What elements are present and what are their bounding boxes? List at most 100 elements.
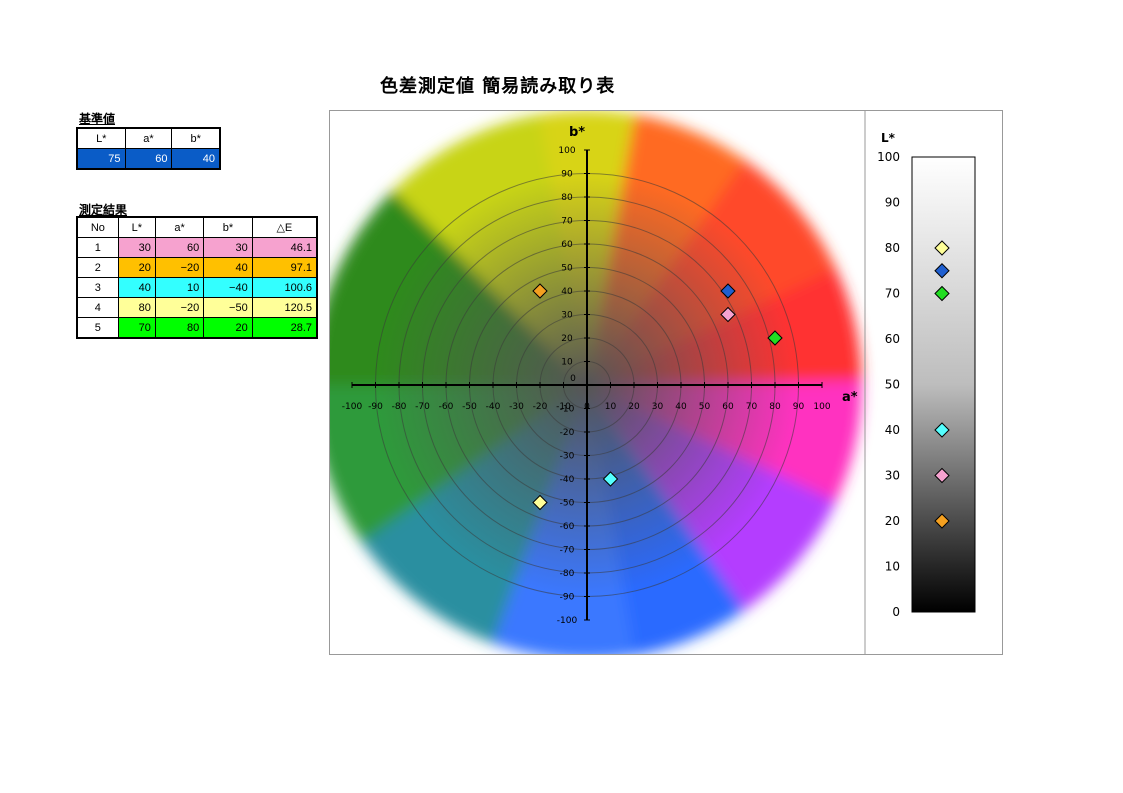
l-tick-label: 0 bbox=[892, 605, 900, 619]
res-header-de: △E bbox=[251, 216, 318, 238]
row-de: 28.7 bbox=[251, 317, 318, 339]
y-tick-label: -10 bbox=[560, 405, 575, 415]
row-de: 100.6 bbox=[251, 277, 318, 298]
l-tick-label: 10 bbox=[885, 560, 900, 574]
x-tick-label: -30 bbox=[509, 402, 524, 412]
reference-table: L* a* b* 75 60 40 bbox=[76, 127, 221, 170]
lightness-bar bbox=[911, 156, 976, 613]
row-no: 4 bbox=[76, 297, 119, 318]
row-l[interactable]: 70 bbox=[117, 317, 156, 339]
x-tick-label: 20 bbox=[628, 402, 640, 412]
ref-header-b: b* bbox=[171, 127, 221, 149]
x-tick-label: -50 bbox=[462, 402, 477, 412]
l-tick-label: 70 bbox=[885, 287, 900, 301]
y-tick-label: 50 bbox=[561, 264, 573, 274]
res-header-b: b* bbox=[203, 216, 253, 238]
l-tick-label: 60 bbox=[885, 332, 900, 346]
y-axis-label: b* bbox=[569, 125, 585, 140]
y-tick-label: -20 bbox=[560, 428, 575, 438]
x-tick-label: -80 bbox=[392, 402, 407, 412]
ref-value-a[interactable]: 60 bbox=[124, 148, 173, 170]
origin-label: 0 bbox=[570, 374, 576, 384]
table-row: 1 30 60 30 46.1 bbox=[76, 237, 318, 258]
x-tick-label: -60 bbox=[439, 402, 454, 412]
table-row: 3 40 10 −40 100.6 bbox=[76, 277, 318, 298]
y-tick-label: 60 bbox=[561, 240, 573, 250]
row-a[interactable]: 10 bbox=[154, 277, 205, 298]
reference-label: 基準値 bbox=[79, 112, 116, 126]
y-tick-label: -70 bbox=[560, 546, 575, 556]
x-tick-label: 30 bbox=[652, 402, 664, 412]
row-no: 1 bbox=[76, 237, 119, 258]
ref-value-b[interactable]: 40 bbox=[171, 148, 221, 170]
x-tick-label: -70 bbox=[415, 402, 430, 412]
x-axis-label: a* bbox=[842, 390, 858, 405]
row-a[interactable]: −20 bbox=[154, 297, 205, 318]
x-tick-label: 60 bbox=[722, 402, 734, 412]
y-tick-label: 30 bbox=[561, 311, 573, 321]
l-tick-label: 90 bbox=[885, 196, 900, 210]
row-no: 5 bbox=[76, 317, 119, 339]
row-l[interactable]: 40 bbox=[117, 277, 156, 298]
row-l[interactable]: 20 bbox=[117, 257, 156, 278]
l-axis-label: L* bbox=[881, 131, 896, 145]
row-b[interactable]: 20 bbox=[203, 317, 253, 339]
ref-value-l[interactable]: 75 bbox=[76, 148, 126, 170]
l-tick-label: 80 bbox=[885, 241, 900, 255]
y-tick-label: -30 bbox=[560, 452, 575, 462]
res-header-a: a* bbox=[154, 216, 205, 238]
ref-header-a: a* bbox=[124, 127, 173, 149]
l-tick-label: 50 bbox=[885, 378, 900, 392]
x-tick-label: 90 bbox=[793, 402, 805, 412]
x-tick-label: 0 bbox=[584, 402, 590, 412]
table-row: 2 20 −20 40 97.1 bbox=[76, 257, 318, 278]
x-tick-label: 70 bbox=[746, 402, 758, 412]
y-tick-label: 100 bbox=[558, 146, 575, 156]
x-tick-label: 40 bbox=[675, 402, 687, 412]
ref-header-l: L* bbox=[76, 127, 126, 149]
res-header-no: No bbox=[76, 216, 119, 238]
y-tick-label: 20 bbox=[561, 334, 573, 344]
row-no: 3 bbox=[76, 277, 119, 298]
row-l[interactable]: 30 bbox=[117, 237, 156, 258]
row-de: 120.5 bbox=[251, 297, 318, 318]
row-a[interactable]: 80 bbox=[154, 317, 205, 339]
page-title: 色差測定値 簡易読み取り表 bbox=[380, 76, 616, 97]
row-b[interactable]: 30 bbox=[203, 237, 253, 258]
row-l[interactable]: 80 bbox=[117, 297, 156, 318]
row-b[interactable]: −40 bbox=[203, 277, 253, 298]
row-de: 46.1 bbox=[251, 237, 318, 258]
table-row: 4 80 −20 −50 120.5 bbox=[76, 297, 318, 318]
l-tick-label: 30 bbox=[885, 469, 900, 483]
x-tick-label: 50 bbox=[699, 402, 711, 412]
x-tick-label: 80 bbox=[769, 402, 781, 412]
y-tick-label: -60 bbox=[560, 522, 575, 532]
x-tick-label: -100 bbox=[342, 402, 363, 412]
color-chart: a*b* -100 -90 -80 -70 -60 -50 -40 -30 -20 -10 0 10 2… bbox=[330, 111, 976, 654]
y-tick-label: 70 bbox=[561, 217, 573, 227]
y-tick-label: -100 bbox=[557, 616, 578, 626]
x-tick-label: -40 bbox=[486, 402, 501, 412]
l-tick-label: 20 bbox=[885, 514, 900, 528]
row-no: 2 bbox=[76, 257, 119, 278]
y-tick-label: 80 bbox=[561, 193, 573, 203]
y-tick-label: -90 bbox=[560, 593, 575, 603]
l-tick-label: 100 bbox=[877, 150, 900, 164]
row-a[interactable]: −20 bbox=[154, 257, 205, 278]
x-tick-label: -20 bbox=[533, 402, 548, 412]
y-tick-label: -50 bbox=[560, 499, 575, 509]
row-b[interactable]: −50 bbox=[203, 297, 253, 318]
row-a[interactable]: 60 bbox=[154, 237, 205, 258]
results-table: No L* a* b* △E 1 30 60 30 46.1 2 20 −20 … bbox=[76, 216, 318, 339]
x-tick-label: 100 bbox=[813, 402, 830, 412]
y-tick-label: 90 bbox=[561, 170, 573, 180]
row-b[interactable]: 40 bbox=[203, 257, 253, 278]
y-tick-label: 40 bbox=[561, 287, 573, 297]
y-tick-label: 10 bbox=[561, 358, 573, 368]
res-header-l: L* bbox=[117, 216, 156, 238]
table-row: 5 70 80 20 28.7 bbox=[76, 317, 318, 339]
chart-frame: a* b* -100 -90 -80 -70 -60 -50 -40 -30 -20 -10 0 10 2… bbox=[329, 110, 1003, 655]
x-tick-label: -90 bbox=[368, 402, 383, 412]
y-tick-label: -40 bbox=[560, 475, 575, 485]
y-tick-label: -80 bbox=[560, 569, 575, 579]
